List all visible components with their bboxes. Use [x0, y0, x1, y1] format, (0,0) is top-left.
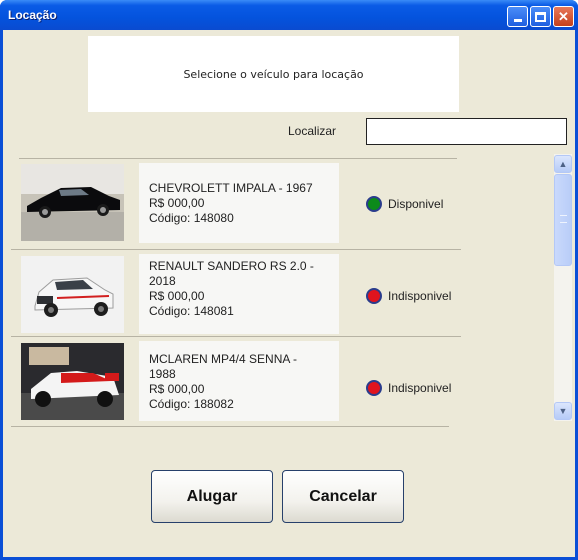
list-divider	[11, 426, 449, 427]
window-title: Locação	[8, 8, 57, 22]
status-available-icon	[366, 196, 382, 212]
list-item-vehicle-2[interactable]: RENAULT SANDERO RS 2.0 - 2018 R$ 000,00 …	[11, 251, 461, 335]
status-unavailable-icon	[366, 288, 382, 304]
vehicle-price: R$ 000,00	[149, 382, 205, 396]
vehicle-name: MCLAREN MP4/4 SENNA -	[149, 352, 298, 366]
vehicle-status: Disponivel	[388, 197, 444, 211]
title-bar[interactable]: Locação ✕	[0, 0, 578, 30]
vehicle-code: Código: 188082	[149, 397, 234, 411]
car-image-icon	[21, 256, 124, 333]
rent-button[interactable]: Alugar	[151, 470, 273, 523]
vehicle-photo	[21, 164, 124, 241]
search-label: Localizar	[288, 124, 337, 138]
list-item-vehicle-1[interactable]: CHEVROLETT IMPALA - 1967 R$ 000,00 Códig…	[11, 162, 461, 246]
vehicle-name-line-2: 2018	[149, 274, 176, 288]
vehicle-price: R$ 000,00	[149, 196, 205, 210]
vehicle-photo	[21, 343, 124, 420]
search-input[interactable]	[366, 118, 567, 145]
close-button[interactable]: ✕	[553, 6, 574, 27]
maximize-icon	[535, 11, 546, 22]
cancel-button[interactable]: Cancelar	[282, 470, 404, 523]
status-unavailable-icon	[366, 380, 382, 396]
vehicle-price: R$ 000,00	[149, 289, 205, 303]
vehicle-info-card: MCLAREN MP4/4 SENNA - 1988 R$ 000,00 Cód…	[139, 341, 339, 421]
list-divider	[11, 336, 461, 337]
scroll-down-button[interactable]: ▼	[554, 402, 572, 420]
vehicle-info-card: RENAULT SANDERO RS 2.0 - 2018 R$ 000,00 …	[139, 254, 339, 334]
vehicle-name: RENAULT SANDERO RS 2.0 -	[149, 259, 314, 273]
rental-window: Locação ✕ Selecione o veículo para locaç…	[0, 0, 578, 560]
vehicle-status: Indisponivel	[388, 289, 452, 303]
window-client-area: Selecione o veículo para locação Localiz…	[3, 30, 575, 557]
vehicle-code: Código: 148081	[149, 304, 234, 318]
chevron-up-icon: ▲	[558, 159, 568, 169]
car-image-icon	[21, 343, 124, 420]
vehicle-code: Código: 148080	[149, 211, 234, 225]
list-divider	[19, 158, 457, 159]
vehicle-name-line-2: 1988	[149, 367, 176, 381]
instruction-text: Selecione o veículo para locação	[183, 67, 364, 81]
minimize-icon	[513, 19, 522, 22]
list-item-vehicle-3[interactable]: MCLAREN MP4/4 SENNA - 1988 R$ 000,00 Cód…	[11, 340, 461, 424]
scroll-up-button[interactable]: ▲	[554, 155, 572, 173]
vehicle-name: CHEVROLETT IMPALA - 1967	[149, 181, 313, 195]
chevron-down-icon: ▼	[558, 406, 568, 416]
grip-icon	[560, 215, 567, 223]
instruction-panel: Selecione o veículo para locação	[88, 36, 459, 112]
vehicle-photo	[21, 256, 124, 333]
vehicle-info-card: CHEVROLETT IMPALA - 1967 R$ 000,00 Códig…	[139, 163, 339, 243]
list-divider	[11, 249, 461, 250]
close-icon: ✕	[558, 8, 569, 24]
vehicle-list: CHEVROLETT IMPALA - 1967 R$ 000,00 Códig…	[11, 158, 461, 428]
maximize-button[interactable]	[530, 6, 551, 27]
vehicle-status: Indisponivel	[388, 381, 452, 395]
minimize-button[interactable]	[507, 6, 528, 27]
vertical-scrollbar[interactable]: ▲ ▼	[554, 154, 572, 421]
car-image-icon	[21, 164, 124, 241]
scrollbar-thumb[interactable]	[554, 174, 572, 266]
